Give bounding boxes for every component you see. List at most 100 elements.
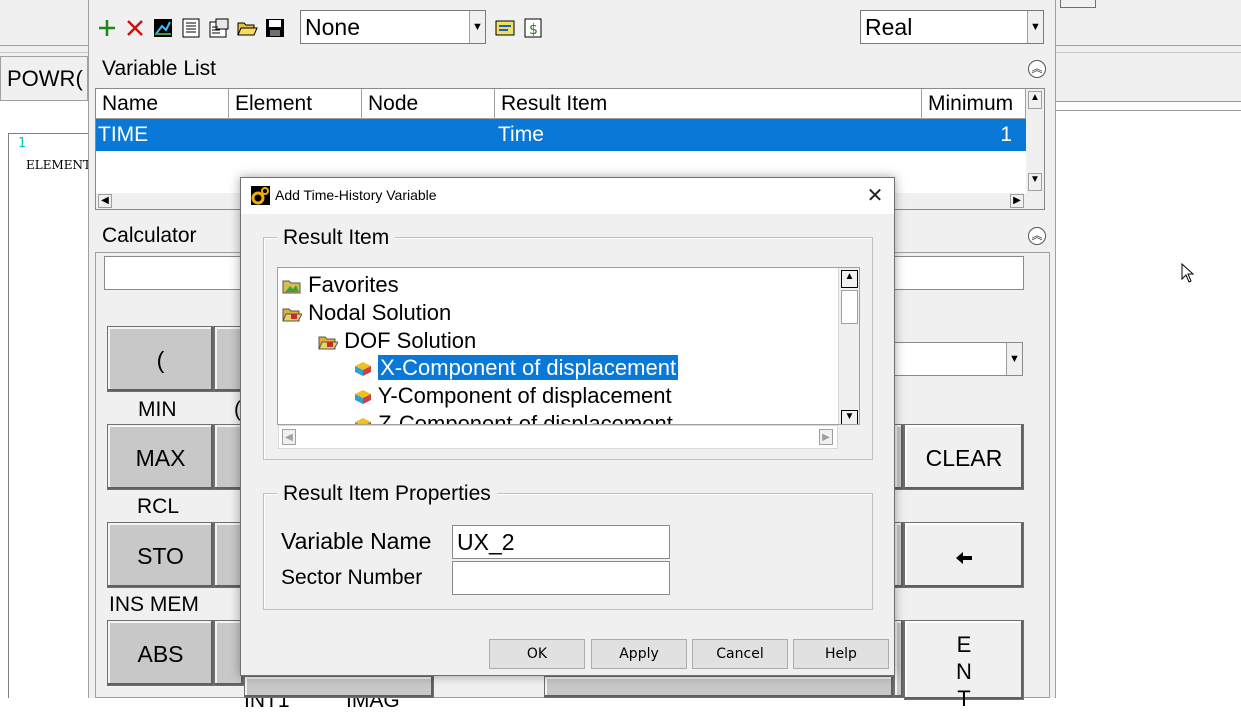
vertical-scrollbar[interactable]: ▲ ▼ <box>1026 89 1044 193</box>
calculator-button[interactable] <box>894 522 904 588</box>
cube-icon <box>355 418 371 424</box>
close-icon[interactable]: ✕ <box>861 183 889 209</box>
collapse-icon[interactable]: ︽ <box>1028 60 1046 78</box>
dialog-title: Add Time-History Variable <box>275 187 437 203</box>
properties-icon[interactable] <box>208 17 230 39</box>
favorites-folder-icon <box>282 280 301 294</box>
collapse-icon[interactable]: ︽ <box>1028 227 1046 245</box>
tree-item-dof-solution[interactable]: DOF Solution <box>318 328 476 354</box>
sto-button[interactable]: STO <box>107 522 214 588</box>
scroll-up-icon[interactable]: ▲ <box>1028 91 1042 109</box>
tree-item-favorites[interactable]: Favorites <box>282 272 399 298</box>
sector-number-label: Sector Number <box>281 566 423 589</box>
column-header-element[interactable]: Element <box>229 89 362 119</box>
calculator-variable-select[interactable]: ▼ <box>885 342 1023 376</box>
complex-part-select-value: Real <box>865 14 913 40</box>
window-control[interactable] <box>1060 0 1096 8</box>
cube-icon <box>355 362 371 376</box>
scroll-up-icon[interactable]: ▲ <box>841 270 858 288</box>
variable-select-value: None <box>305 14 360 40</box>
cell-minimum: 1 <box>1000 123 1012 146</box>
powr-button[interactable]: POWR( <box>0 56 88 101</box>
save-icon[interactable] <box>264 17 286 39</box>
tree-item-z-component[interactable]: Z-Component of displacement <box>354 411 673 425</box>
tree-item-y-component[interactable]: Y-Component of displacement <box>354 383 672 409</box>
tree-item-label: Y-Component of displacement <box>377 383 672 408</box>
open-folder-icon <box>318 336 339 350</box>
tree-item-label: Favorites <box>308 272 399 297</box>
open-folder-icon[interactable] <box>236 17 258 39</box>
open-folder-icon <box>282 308 303 322</box>
max-button[interactable]: MAX <box>107 424 214 490</box>
min-label: MIN <box>138 398 177 421</box>
result-item-group-title: Result Item <box>277 226 396 250</box>
scroll-left-icon[interactable]: ◀ <box>282 429 296 445</box>
chevron-down-icon[interactable]: ▼ <box>1027 11 1043 43</box>
column-header-result-item[interactable]: Result Item <box>495 89 922 119</box>
calculator-button[interactable] <box>544 676 894 698</box>
divider <box>1056 110 1241 111</box>
tree-item-label: DOF Solution <box>344 328 477 353</box>
open-paren-button[interactable]: ( <box>107 326 214 392</box>
column-header-node[interactable]: Node <box>362 89 495 119</box>
scroll-right-icon[interactable]: ▶ <box>819 429 833 445</box>
help-button[interactable]: Help <box>793 639 889 669</box>
tree-item-label: Nodal Solution <box>308 300 452 325</box>
graphics-line-number: 1 <box>18 136 26 151</box>
import-icon[interactable] <box>494 17 516 39</box>
svg-text:$: $ <box>529 22 538 38</box>
backspace-button[interactable] <box>904 522 1024 588</box>
dialog-title-bar[interactable]: Add Time-History Variable ✕ <box>241 178 894 214</box>
delete-icon[interactable] <box>124 17 146 39</box>
sector-number-input[interactable] <box>452 561 670 595</box>
calculator-button[interactable] <box>244 676 434 698</box>
tree-horizontal-scrollbar[interactable]: ◀ ▶ <box>278 425 838 449</box>
calculator-button[interactable] <box>894 620 904 698</box>
table-row[interactable]: TIME Time 1 <box>96 119 1026 151</box>
add-icon[interactable] <box>96 17 118 39</box>
variable-name-label: Variable Name <box>281 528 432 554</box>
clear-button[interactable]: CLEAR <box>904 424 1024 490</box>
graphics-element-label: ELEMENT <box>26 158 92 172</box>
variable-list-header: Variable List <box>96 54 1051 84</box>
mouse-cursor-icon <box>1181 263 1195 283</box>
result-item-properties-title: Result Item Properties <box>277 482 497 506</box>
graph-icon[interactable] <box>152 17 174 39</box>
ok-button[interactable]: OK <box>489 639 585 669</box>
calculator-title: Calculator <box>102 224 197 247</box>
cell-result-item: Time <box>498 123 544 146</box>
ins-mem-label: INS MEM <box>109 593 199 616</box>
main-window-bar <box>1056 56 1241 102</box>
variable-list-title: Variable List <box>102 57 217 80</box>
cell-name: TIME <box>98 123 149 146</box>
tree-item-label: Z-Component of displacement <box>378 411 673 425</box>
cube-icon <box>355 390 371 404</box>
export-icon[interactable]: $ <box>522 17 544 39</box>
scroll-down-icon[interactable]: ▼ <box>1028 173 1042 191</box>
chevron-down-icon[interactable]: ▼ <box>1006 343 1022 375</box>
column-header-name[interactable]: Name <box>96 89 229 119</box>
variable-name-input[interactable]: UX_2 <box>452 525 670 559</box>
enter-button[interactable]: E N T <box>904 620 1024 711</box>
apply-button[interactable]: Apply <box>591 639 687 669</box>
variable-select[interactable]: None ▼ <box>300 10 486 44</box>
tree-item-x-component[interactable]: X-Component of displacement <box>354 355 679 381</box>
graphics-window[interactable] <box>8 133 93 698</box>
tree-item-nodal-solution[interactable]: Nodal Solution <box>282 300 451 326</box>
list-icon[interactable] <box>180 17 202 39</box>
scroll-right-icon[interactable]: ▶ <box>1010 194 1024 208</box>
scroll-thumb[interactable] <box>841 290 858 324</box>
rcl-label: RCL <box>137 495 180 518</box>
tree-item-label: X-Component of displacement <box>378 355 679 380</box>
cancel-button[interactable]: Cancel <box>692 639 788 669</box>
app-icon <box>251 186 270 205</box>
chevron-down-icon[interactable]: ▼ <box>469 11 485 43</box>
scroll-down-icon[interactable]: ▼ <box>841 410 858 424</box>
scroll-left-icon[interactable]: ◀ <box>98 194 112 208</box>
column-header-minimum[interactable]: Minimum <box>922 89 1026 119</box>
result-item-tree[interactable]: Favorites Nodal Solution DOF Solution X-… <box>277 267 860 425</box>
complex-part-select[interactable]: Real ▼ <box>860 10 1044 44</box>
abs-button[interactable]: ABS <box>107 620 214 686</box>
calculator-button[interactable] <box>894 424 904 490</box>
tree-vertical-scrollbar[interactable]: ▲ ▼ <box>838 268 859 424</box>
